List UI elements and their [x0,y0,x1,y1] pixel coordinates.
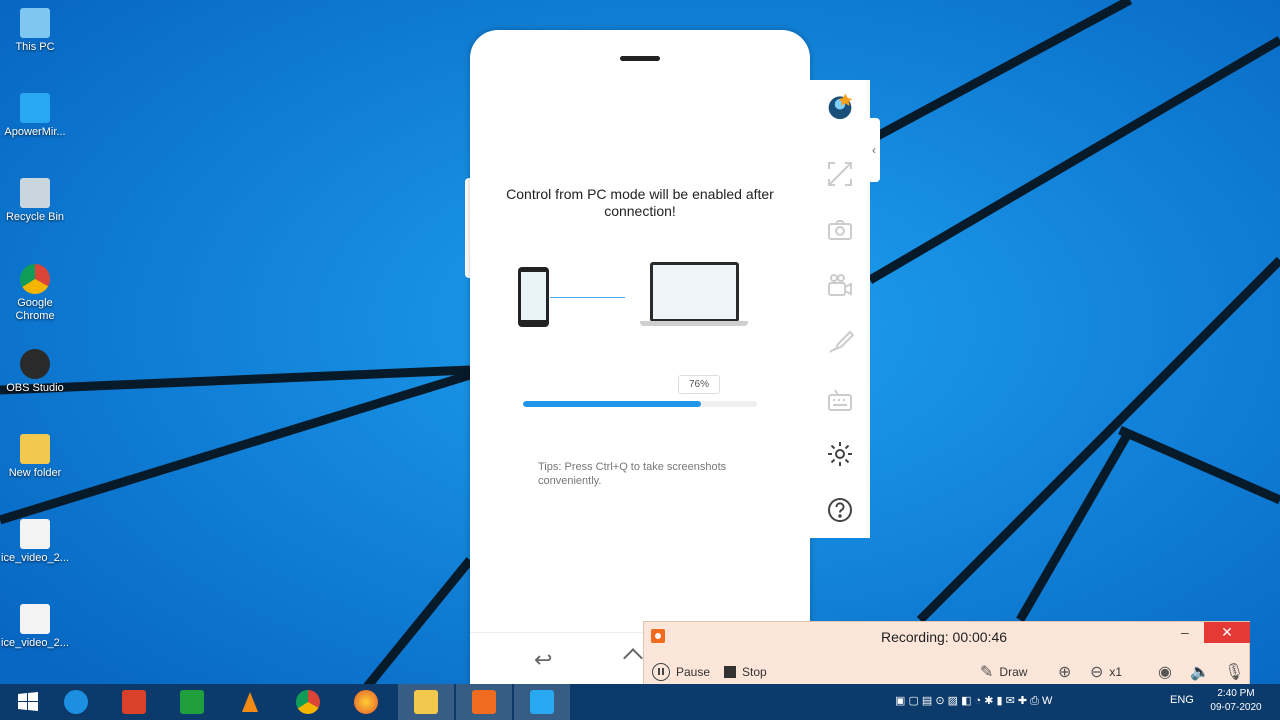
speaker-button[interactable]: 🔈 [1190,662,1210,682]
pause-label: Pause [676,665,711,679]
desktop-icon-video-2[interactable]: ice_video_2... [0,604,70,650]
collapse-toolbar-button[interactable]: ‹ [868,118,880,182]
obs-icon [20,349,50,379]
desktop-icon-label: ice_video_2... [1,637,69,649]
progress-percentage: 76% [678,375,720,394]
gear-icon[interactable] [824,440,856,472]
microphone-button[interactable]: 🎙 [1224,662,1244,682]
webcam-button[interactable]: ◉ [1158,662,1172,682]
taskbar-file-app[interactable] [106,684,162,720]
desktop-icon-apowermirror[interactable]: ApowerMir... [0,93,70,139]
desktop-icon-label: New folder [8,467,62,479]
pause-icon [652,663,670,681]
avatar[interactable] [824,92,856,124]
recycle-bin-icon [20,178,50,208]
taskbar-vlc[interactable] [222,684,278,720]
draw-button[interactable]: ✎ Draw [980,662,1027,682]
stop-button[interactable]: Stop [724,662,767,682]
desktop-icon-recycle-bin[interactable]: Recycle Bin [0,178,70,224]
store-icon [180,690,204,714]
phone-illustration-icon [518,267,549,327]
recording-timer: Recording: 00:00:46 [880,629,1008,645]
minimize-button[interactable]: – [1181,624,1195,640]
taskbar: ▣ ▢ ▤ ⊙ ▨ ◧ ◔ ✱ ▮ ✉ ✚ ⎙ W ENG 2:40 PM 09… [0,684,1280,720]
document-app-icon [122,690,146,714]
apowermirror-icon [530,690,554,714]
desktop-icon-google-chrome[interactable]: Google Chrome [0,264,70,323]
windows-icon [18,692,38,711]
clock[interactable]: 2:40 PM 09-07-2020 [1200,687,1272,715]
keyboard-icon[interactable] [824,386,856,418]
clock-time: 2:40 PM [1217,688,1255,699]
folder-icon [414,690,438,714]
pencil-icon: ✎ [980,664,994,681]
fullscreen-icon[interactable] [824,160,856,192]
chrome-icon [296,690,320,714]
desktop-icon-label: ApowerMir... [4,126,66,138]
video-file-icon [20,519,50,549]
desktop-icon-this-pc[interactable]: This PC [0,8,70,54]
laptop-base [640,321,748,326]
zoom-out-icon: ⊖ [1090,664,1104,681]
video-camera-icon[interactable] [824,272,856,304]
home-icon[interactable] [623,648,643,668]
camera-icon[interactable] [824,216,856,248]
desktop-icon-label: OBS Studio [6,382,64,394]
desktop-icon-label: Google Chrome [15,297,55,322]
help-icon[interactable] [824,496,856,528]
video-file-icon [20,604,50,634]
vlc-icon [242,692,258,712]
desktop-icon-video-1[interactable]: ice_video_2... [0,519,70,565]
microphone-icon: 🎙 [1224,664,1245,681]
zoom-in-icon: ⊕ [1058,664,1072,681]
clock-date: 09-07-2020 [1210,702,1262,713]
phone-mirror-window: Control from PC mode will be enabled aft… [470,30,810,685]
chrome-icon [20,264,50,294]
taskbar-firefox[interactable] [338,684,394,720]
draw-label: Draw [999,665,1028,679]
tray-icons[interactable]: ▣ ▢ ▤ ⊙ ▨ ◧ ◔ ✱ ▮ ✉ ✚ ⎙ W [895,694,1052,708]
connection-line [550,297,625,298]
back-icon[interactable]: ↩ [534,647,552,673]
progress-bar [523,401,757,407]
close-button[interactable]: ✕ [1204,622,1250,643]
taskbar-store[interactable] [164,684,220,720]
stop-icon [724,666,736,678]
apowermirror-icon [20,93,50,123]
phone-speaker [620,56,660,61]
zoom-in-button[interactable]: ⊕ [1058,662,1071,682]
taskbar-chrome[interactable] [280,684,336,720]
brush-icon[interactable] [824,328,856,360]
internet-explorer-icon [64,690,88,714]
pause-button[interactable]: Pause [652,662,710,682]
progress-fill [523,401,701,407]
recording-toolbar: Recording: 00:00:46 – ✕ Pause Stop ✎ Dra… [643,621,1250,687]
computer-icon [20,8,50,38]
tips-text: Tips: Press Ctrl+Q to take screenshots c… [538,461,727,487]
firefox-icon [354,690,378,714]
desktop-icon-label: This PC [15,41,55,53]
taskbar-file-explorer[interactable] [398,684,454,720]
desktop-icon-obs-studio[interactable]: OBS Studio [0,349,70,395]
recorder-icon [472,690,496,714]
stop-label: Stop [742,665,767,679]
laptop-illustration-icon [650,262,739,322]
webcam-icon: ◉ [1158,664,1172,681]
connection-message: Control from PC mode will be enabled aft… [506,186,774,219]
desktop-icon-label: ice_video_2... [1,552,69,564]
desktop-icon-new-folder[interactable]: New folder [0,434,70,480]
taskbar-apowermirror[interactable] [514,684,570,720]
desktop-icon-label: Recycle Bin [5,211,65,223]
zoom-out-button[interactable]: ⊖ x1 [1090,662,1122,682]
folder-icon [20,434,50,464]
zoom-level: x1 [1109,665,1123,679]
mirror-toolbar: ‹ [810,80,880,538]
taskbar-internet-explorer[interactable] [48,684,104,720]
recorder-logo-icon [651,629,665,643]
language-indicator[interactable]: ENG [1170,694,1194,706]
speaker-icon: 🔈 [1190,664,1210,681]
taskbar-recorder[interactable] [456,684,512,720]
